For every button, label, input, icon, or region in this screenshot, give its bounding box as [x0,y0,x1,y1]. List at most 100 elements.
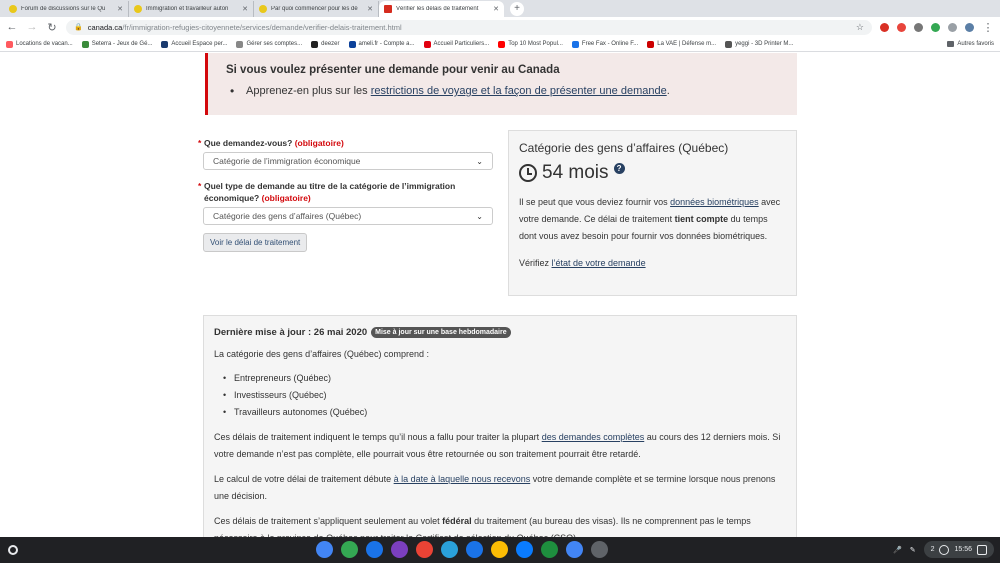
profile-avatar[interactable] [965,22,974,32]
battery-icon [977,544,987,555]
gmail-icon[interactable] [416,541,433,558]
tab-title: Forum de discussions sur le Qu [21,6,106,12]
microphone-icon[interactable]: 🎤 [893,546,902,554]
view-processing-time-button[interactable]: Voir le délai de traitement [203,233,308,252]
settings-app-icon[interactable] [591,541,608,558]
selected-value: Catégorie de l’immigration économique [213,156,361,166]
chrome-icon[interactable] [316,541,333,558]
bookmark-item[interactable]: Free Fax - Online F... [571,40,638,48]
bookmark-label: Gérer ses comptes... [246,41,303,47]
browser-tab[interactable]: Forum de discussions sur le Qu ✕ [4,1,129,17]
required-text: (obligatoire) [294,138,344,148]
reload-icon[interactable]: ↻ [46,21,58,34]
close-icon[interactable]: ✕ [493,5,499,13]
travel-restrictions-link[interactable]: restrictions de voyage et la façon de pr… [371,85,667,97]
biometrics-link[interactable]: données biométriques [670,197,759,207]
bookmark-label: deezer [321,41,340,47]
bookmark-favicon-icon [348,40,356,48]
page-content: Si vous voulez présenter une demande pou… [0,53,1000,537]
clock: 15:56 [954,546,972,553]
bookmark-item[interactable]: Locations de vacan... [6,40,73,48]
puzzle-extensions-icon[interactable] [948,22,957,32]
application-type-select[interactable]: Catégorie de l’immigration économique ⌄ [203,152,493,170]
bookmark-item[interactable]: Accueil Espace per... [161,40,227,48]
address-bar[interactable]: 🔒 canada.ca/fr/immigration-refugies-cito… [66,19,872,35]
drive-icon[interactable] [491,541,508,558]
alert-item-text: Apprenez-en plus sur les [246,85,371,97]
extension-icon[interactable] [914,22,923,32]
bookmark-item[interactable]: ameli.fr - Compte a... [348,40,415,48]
application-status-link[interactable]: l’état de votre demande [552,258,646,268]
extension-icon[interactable] [931,22,940,32]
bookmark-favicon-icon [6,40,13,48]
biometrics-note: Il se peut que vous deviez fournir vos d… [519,194,786,245]
help-icon[interactable]: ? [613,162,625,174]
browser-tab[interactable]: Par quoi commencer pour les dé ✕ [254,1,379,17]
launcher-icon[interactable] [8,545,18,555]
stylus-icon[interactable]: ✎ [910,546,916,554]
files-icon[interactable] [366,541,383,558]
bookmark-star-icon[interactable]: ☆ [856,22,864,33]
app-icon[interactable] [391,541,408,558]
menu-dots-icon[interactable]: ⋮ [982,21,994,34]
camera-icon[interactable] [541,541,558,558]
details-paragraph: Ces délais de traitement s’appliquent se… [214,513,786,537]
extension-icon[interactable] [897,22,906,32]
bookmark-item[interactable]: Gérer ses comptes... [236,40,303,48]
application-type-label: * Que demandez-vous? (obligatoire) [198,137,498,149]
processing-time-result: Catégorie des gens d’affaires (Québec) 5… [508,130,797,296]
url-host: canada.ca [87,22,123,32]
maple-leaf-favicon-icon [384,5,392,13]
bookmark-item[interactable]: yeggi - 3D Printer M... [725,40,794,48]
alert-item-suffix: . [666,85,670,97]
play-store-icon[interactable] [341,541,358,558]
telegram-icon[interactable] [441,541,458,558]
other-bookmarks[interactable]: Autres favoris [947,41,994,47]
required-asterisk: * [198,181,202,191]
bookmark-label: Top 10 Most Popul... [508,41,563,47]
bookmark-favicon-icon [725,40,733,48]
complete-applications-link[interactable]: des demandes complètes [542,432,645,442]
processing-details: Dernière mise à jour : 26 mai 2020 Mise … [203,315,797,537]
bookmark-label: La VAE | Défense m... [657,41,717,47]
close-icon[interactable]: ✕ [367,5,373,13]
forward-arrow-icon[interactable]: → [26,21,38,33]
date-received-link[interactable]: à la date à laquelle nous recevons [394,474,531,484]
bookmark-item[interactable]: Accueil Particuliers... [423,40,489,48]
calendar-icon[interactable] [566,541,583,558]
url-path: /fr/immigration-refugies-citoyennete/ser… [122,22,402,32]
extension-icon[interactable] [880,22,889,32]
bookmark-favicon-icon [161,40,169,48]
lock-icon[interactable]: 🔒 [74,23,83,31]
alert-title: Si vous voulez présenter une demande pou… [226,64,560,76]
bookmark-item[interactable]: Seterra - Jeux de Gé... [81,40,153,48]
bookmark-favicon-icon [498,40,506,48]
question-text: Quel type de demande au titre de la caté… [204,181,456,203]
messenger-icon[interactable] [516,541,533,558]
status-check-note: Vérifiez l’état de votre demande [519,255,786,272]
bold-text: tient compte [674,214,729,224]
forum-favicon-icon [259,5,267,13]
close-icon[interactable]: ✕ [242,5,248,13]
request-type-select[interactable]: Catégorie des gens d’affaires (Québec) ⌄ [203,207,493,225]
browser-tab[interactable]: Immigration et travailleur auton ✕ [129,1,254,17]
last-updated: Dernière mise à jour : 26 mai 2020 Mise … [214,327,786,338]
bookmark-item[interactable]: Top 10 Most Popul... [498,40,563,48]
bookmark-label: Seterra - Jeux de Gé... [91,41,153,47]
bookmark-favicon-icon [423,40,431,48]
tab-strip: Forum de discussions sur le Qu ✕ Immigra… [0,0,1000,17]
new-tab-button[interactable]: + [510,2,524,16]
text: Vérifiez [519,258,552,268]
bookmark-item[interactable]: deezer [311,40,340,48]
back-arrow-icon[interactable]: ← [6,21,18,33]
bookmark-item[interactable]: La VAE | Défense m... [647,40,717,48]
files-folder-icon[interactable] [466,541,483,558]
browser-tab-active[interactable]: Vérifier les délais de traitement ✕ [379,1,504,17]
pinned-apps [316,541,608,558]
close-icon[interactable]: ✕ [117,5,123,13]
bookmark-label: yeggi - 3D Printer M... [735,41,794,47]
status-area[interactable]: 2 15:56 [923,541,994,558]
list-item: Investisseurs (Québec) [214,387,786,404]
required-text: (obligatoire) [261,193,311,203]
tab-title: Vérifier les délais de traitement [396,6,479,12]
